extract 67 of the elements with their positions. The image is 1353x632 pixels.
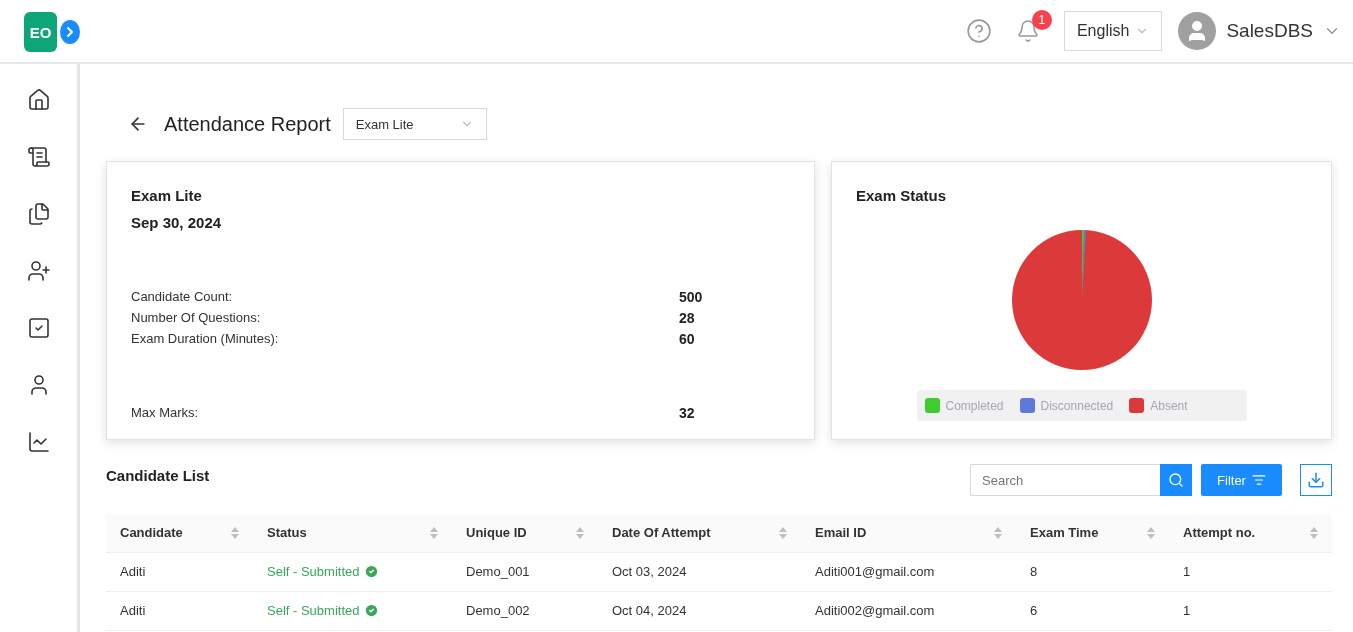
language-select[interactable]: English xyxy=(1063,11,1163,51)
checkbox-icon[interactable] xyxy=(26,316,51,340)
stat-label: Candidate Count: xyxy=(131,289,234,305)
expand-button[interactable] xyxy=(60,20,80,44)
stat-label: Max Marks: xyxy=(131,405,200,421)
user-plus-icon[interactable] xyxy=(26,259,51,283)
avatar-icon xyxy=(1178,12,1217,50)
column-header[interactable]: Date Of Attempt xyxy=(598,514,801,552)
logo: EO xyxy=(24,12,58,52)
table-cell: 1 xyxy=(1169,552,1332,591)
exam-select[interactable]: Exam Lite xyxy=(342,108,487,140)
sort-icon[interactable] xyxy=(779,526,787,539)
download-button[interactable] xyxy=(1300,464,1332,496)
line-chart-icon[interactable] xyxy=(26,430,51,454)
legend-label: Absent xyxy=(1150,398,1188,413)
sort-icon[interactable] xyxy=(1147,526,1155,539)
stat-value: 60 xyxy=(679,331,696,347)
legend-label: Disconnected xyxy=(1040,398,1114,413)
stat-value: 32 xyxy=(679,405,696,421)
home-icon[interactable] xyxy=(26,88,51,112)
column-header[interactable]: Candidate xyxy=(106,514,253,552)
check-circle-icon xyxy=(363,603,379,618)
sort-icon[interactable] xyxy=(430,526,438,539)
search-icon xyxy=(1168,472,1184,488)
card-title: Exam Status xyxy=(856,187,948,204)
table-cell: Aditi xyxy=(106,591,253,630)
notification-bell-icon[interactable] xyxy=(1015,19,1040,43)
section-title: Candidate List xyxy=(106,466,210,484)
column-header[interactable]: Status xyxy=(253,514,452,552)
scroll-icon[interactable] xyxy=(26,145,51,169)
table-cell: Demo_001 xyxy=(452,552,598,591)
filter-icon xyxy=(1251,473,1266,487)
exam-name: Exam Lite xyxy=(131,187,203,204)
search-button[interactable] xyxy=(1160,464,1192,496)
stat-value: 500 xyxy=(679,289,704,305)
table-cell: 1 xyxy=(1169,591,1332,630)
notification-count: 1 xyxy=(1031,10,1052,30)
table-cell: Oct 03, 2024 xyxy=(598,552,801,591)
search-field[interactable]: Search xyxy=(970,464,1160,496)
table-cell: Aditi001@gmail.com xyxy=(801,552,1016,591)
check-circle-icon xyxy=(363,564,379,579)
table-cell: 6 xyxy=(1016,591,1169,630)
legend-label: Completed xyxy=(945,398,1004,413)
sort-icon[interactable] xyxy=(576,526,584,539)
column-header[interactable]: Exam Time xyxy=(1016,514,1169,552)
sort-icon[interactable] xyxy=(994,526,1002,539)
help-icon[interactable] xyxy=(965,18,992,44)
user-menu[interactable]: SalesDBS xyxy=(1178,12,1341,50)
status-text: Self - Submitted xyxy=(267,564,360,579)
column-header[interactable]: Attempt no. xyxy=(1169,514,1332,552)
column-header[interactable]: Unique ID xyxy=(452,514,598,552)
stat-label: Number Of Questions: xyxy=(131,310,262,326)
exam-date: Sep 30, 2024 xyxy=(131,214,223,231)
table-cell: Aditi xyxy=(106,552,253,591)
download-icon xyxy=(1307,471,1325,489)
table-cell: Aditi002@gmail.com xyxy=(801,591,1016,630)
column-header[interactable]: Email ID xyxy=(801,514,1016,552)
table-cell: Demo_002 xyxy=(452,591,598,630)
status-text: Self - Submitted xyxy=(267,603,360,618)
files-icon[interactable] xyxy=(26,202,51,226)
stat-label: Exam Duration (Minutes): xyxy=(131,331,280,347)
sort-icon[interactable] xyxy=(1310,526,1318,539)
stat-value: 28 xyxy=(679,310,696,326)
page-title: Attendance Report xyxy=(164,112,331,136)
table-cell: 8 xyxy=(1016,552,1169,591)
table-cell: Oct 04, 2024 xyxy=(598,591,801,630)
sort-icon[interactable] xyxy=(231,526,239,539)
